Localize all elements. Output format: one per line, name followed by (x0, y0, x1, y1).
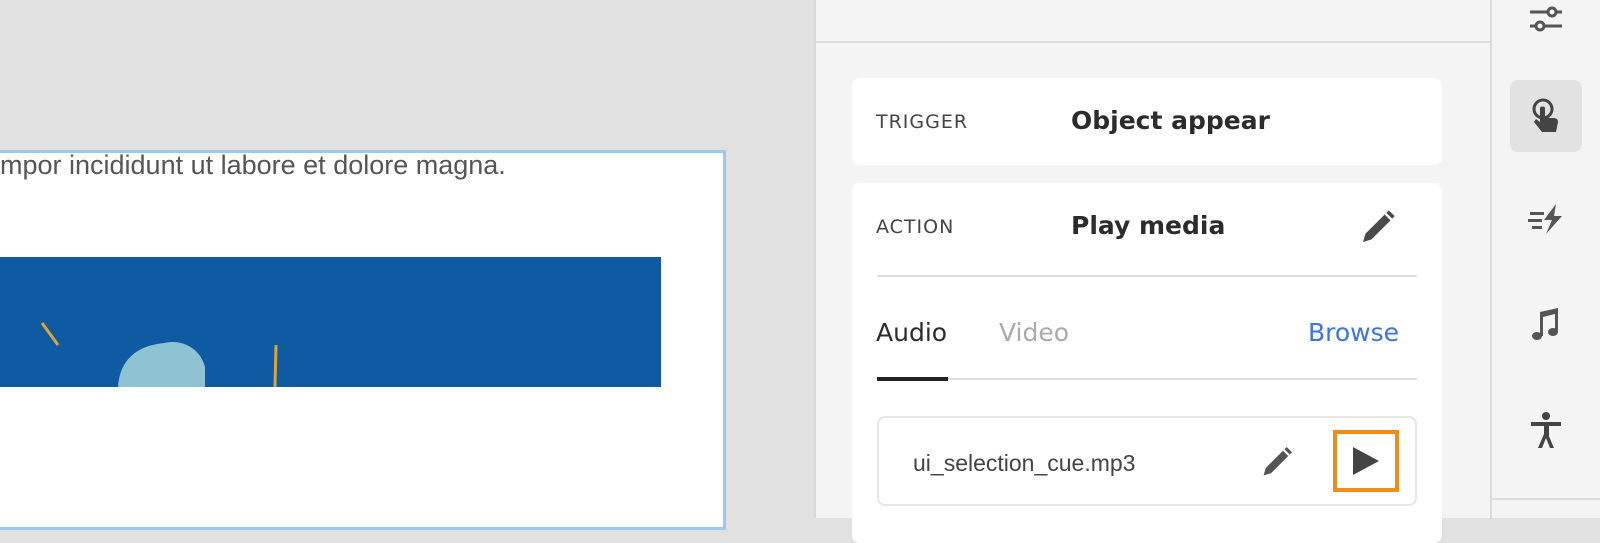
right-toolbar (1490, 0, 1600, 518)
slide-image[interactable] (0, 257, 661, 387)
media-file-name: ui_selection_cue.mp3 (913, 450, 1136, 476)
play-button[interactable] (1333, 430, 1399, 492)
tab-audio[interactable]: Audio (876, 318, 947, 347)
properties-panel: TRIGGER Object appear ACTION Play media … (814, 0, 1492, 543)
divider (1492, 498, 1600, 500)
trigger-label: TRIGGER (876, 111, 969, 133)
divider (816, 41, 1492, 43)
tab-active-indicator (877, 377, 948, 381)
slide-body-text: mpor incididunt ut labore et dolore magn… (0, 150, 506, 180)
animation-icon[interactable] (1510, 182, 1582, 254)
action-value: Play media (1071, 211, 1226, 240)
divider (877, 275, 1417, 277)
browse-link[interactable]: Browse (1308, 318, 1399, 347)
action-label: ACTION (876, 216, 955, 238)
edit-file-icon[interactable] (1259, 444, 1295, 480)
tab-track (877, 378, 1417, 380)
play-icon (1353, 447, 1379, 475)
accessibility-icon[interactable] (1510, 394, 1582, 466)
music-icon[interactable] (1510, 288, 1582, 360)
tab-video[interactable]: Video (999, 318, 1069, 347)
edit-action-icon[interactable] (1358, 207, 1398, 247)
media-file-row: ui_selection_cue.mp3 (877, 416, 1417, 506)
trigger-card[interactable]: TRIGGER Object appear (852, 78, 1442, 165)
sliders-icon[interactable] (1510, 0, 1582, 52)
interaction-touch-button[interactable] (1510, 80, 1582, 152)
trigger-value: Object appear (1071, 106, 1270, 135)
touch-icon (1532, 98, 1558, 132)
